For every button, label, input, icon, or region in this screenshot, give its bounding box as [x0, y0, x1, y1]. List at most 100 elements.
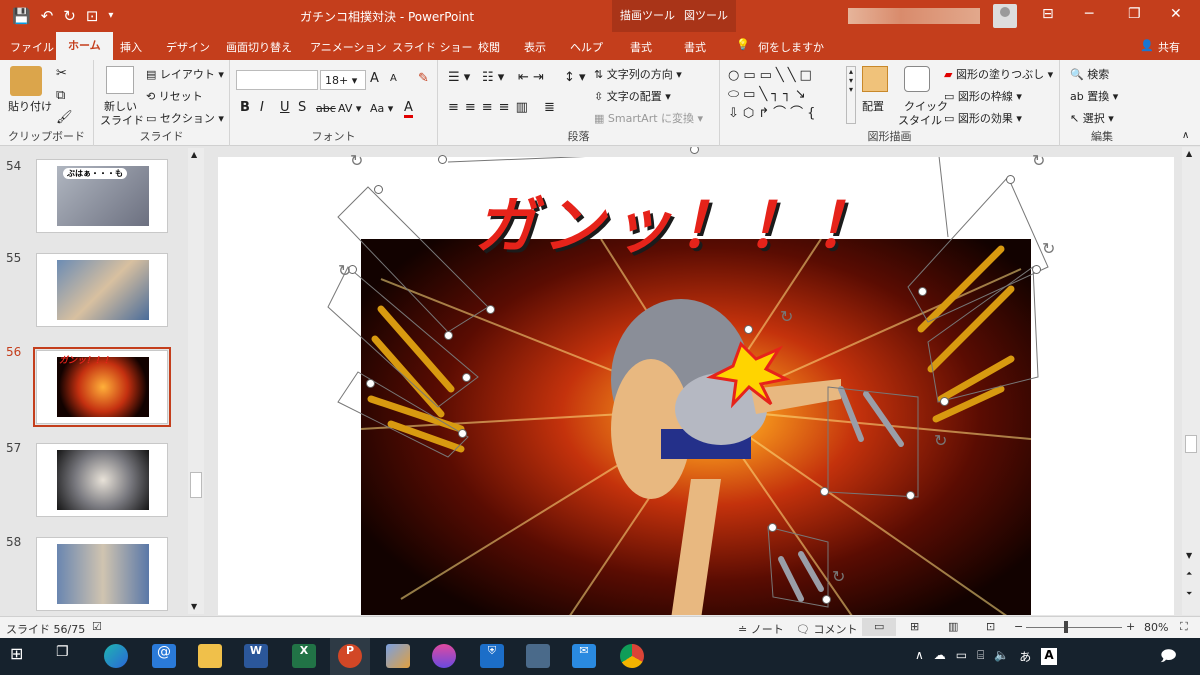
slide-thumbnail-58[interactable] — [36, 537, 168, 611]
copy-icon[interactable]: ⧉ — [56, 88, 65, 103]
excel-icon[interactable]: X — [292, 644, 316, 668]
selection-handle[interactable] — [940, 397, 949, 406]
slide-headline-text[interactable]: ガンッ！！！ — [474, 175, 882, 265]
reset-button[interactable]: ⟲ リセット — [146, 88, 203, 104]
ribbon-display-icon[interactable]: ⊟ — [1042, 6, 1054, 22]
rotate-handle-icon[interactable]: ↻ — [832, 567, 845, 586]
folder-icon[interactable] — [198, 644, 222, 668]
paste-button[interactable]: 貼り付け — [8, 98, 52, 114]
selection-handle[interactable] — [744, 325, 753, 334]
tab-format-drawing[interactable]: 書式 — [630, 39, 652, 55]
font-color-button[interactable]: A — [404, 100, 413, 118]
select-button[interactable]: ↖ 選択 ▾ — [1070, 110, 1114, 126]
previous-slide-icon[interactable]: ⏶ — [1186, 569, 1192, 579]
selection-handle[interactable] — [820, 487, 829, 496]
selection-handle[interactable] — [444, 331, 453, 340]
rotate-handle-icon[interactable]: ↻ — [338, 261, 351, 280]
redo-icon[interactable]: ↻ — [63, 7, 76, 25]
selection-handle[interactable] — [768, 523, 777, 532]
mail-app-icon[interactable]: ✉ — [572, 644, 596, 668]
shadow-button[interactable]: S — [298, 100, 306, 115]
strikethrough-button[interactable]: abc — [316, 102, 336, 115]
lightbulb-icon[interactable]: 💡 — [736, 38, 750, 51]
zoom-slider[interactable] — [1026, 627, 1122, 628]
scroll-down-icon[interactable]: ▼ — [191, 602, 197, 611]
mail-icon[interactable]: @ — [152, 644, 176, 668]
rotate-handle-icon[interactable]: ↻ — [780, 307, 793, 326]
font-name-input[interactable] — [236, 70, 318, 90]
reading-view-icon[interactable]: ▥ — [948, 620, 958, 633]
indent-icon[interactable]: ⇤ ⇥ — [518, 70, 544, 85]
tab-home[interactable]: ホーム — [56, 32, 113, 60]
replace-button[interactable]: ab 置換 ▾ — [1070, 88, 1118, 104]
find-button[interactable]: 🔍 検索 — [1070, 66, 1109, 82]
slideshow-view-icon[interactable]: ⊡ — [986, 620, 995, 633]
rotate-handle-icon[interactable]: ↻ — [1032, 151, 1045, 170]
adobe-indicator[interactable]: A — [1041, 648, 1057, 665]
task-view-icon[interactable]: ❐ — [56, 644, 80, 668]
windows-start-icon[interactable]: ⊞ — [10, 644, 34, 668]
shrink-font-button[interactable]: A — [390, 73, 397, 84]
shapes-more-icon[interactable]: ▴ ▾ ▾ — [846, 66, 856, 124]
collapse-ribbon-icon[interactable]: ∧ — [1182, 130, 1189, 141]
present-icon[interactable]: ⊡ — [86, 7, 99, 25]
shape-outline-button[interactable]: ▭ 図形の枠線 ▾ — [944, 88, 1022, 104]
shield-icon[interactable]: ⛨ — [480, 644, 504, 668]
ime-indicator[interactable]: あ — [1019, 648, 1031, 665]
selection-handle[interactable] — [462, 373, 471, 382]
slide-56[interactable]: ガンッ！！！ — [218, 157, 1174, 615]
selection-handle[interactable] — [366, 379, 375, 388]
network-icon[interactable]: ⌸ — [977, 648, 984, 665]
text-direction-button[interactable]: ⇅ 文字列の方向 ▾ — [594, 66, 682, 82]
next-slide-icon[interactable]: ⏷ — [1186, 589, 1192, 599]
chrome-icon[interactable] — [620, 644, 644, 668]
scroll-up-icon[interactable]: ▲ — [191, 150, 197, 159]
calculator-icon[interactable] — [526, 644, 550, 668]
zoom-slider-thumb[interactable] — [1064, 621, 1068, 633]
shape-fill-button[interactable]: ▰ 図形の塗りつぶし ▾ — [944, 66, 1053, 82]
notification-icon[interactable]: 🗩 — [1160, 646, 1177, 671]
smartart-button[interactable]: ▦ SmartArt に変換 ▾ — [594, 110, 703, 126]
impact-background-image[interactable] — [361, 239, 1031, 615]
rotate-handle-icon[interactable]: ↻ — [934, 431, 947, 450]
cut-icon[interactable]: ✂ — [56, 66, 67, 81]
save-icon[interactable]: 💾 — [12, 7, 31, 25]
slide-thumbnail-54[interactable]: ぶはぁ・・・も — [36, 159, 168, 233]
italic-button[interactable]: I — [260, 100, 264, 115]
zoom-level[interactable]: 80% — [1144, 621, 1168, 634]
section-button[interactable]: ▭ セクション ▾ — [146, 110, 224, 126]
tab-insert[interactable]: 挿入 — [120, 39, 142, 55]
selection-handle[interactable] — [690, 147, 699, 154]
grow-font-button[interactable]: A — [370, 71, 379, 86]
person-icon[interactable]: 👤 — [1140, 39, 1154, 52]
customize-qat-icon[interactable]: ▾ — [108, 10, 113, 25]
selection-handle[interactable] — [1032, 265, 1041, 274]
selection-handle[interactable] — [906, 491, 915, 500]
shapes-gallery[interactable]: ○▭▭╲╲□ ⬭▭╲┐┐↘ ⇩⬡↱⌒⌒{ — [728, 66, 844, 124]
selection-handle[interactable] — [1006, 175, 1015, 184]
close-icon[interactable]: ✕ — [1170, 6, 1182, 22]
align-icons[interactable]: ≡≡≡≡▥ ≣ — [448, 100, 561, 115]
slide-thumbnail-55[interactable] — [36, 253, 168, 327]
paint-icon[interactable] — [386, 644, 410, 668]
share-button[interactable]: 共有 — [1158, 39, 1180, 55]
tab-format-picture[interactable]: 書式 — [684, 39, 706, 55]
slide-scrollbar[interactable]: ▲ ▼ ⏶ ⏷ — [1182, 147, 1200, 615]
selection-handle[interactable] — [458, 429, 467, 438]
battery-icon[interactable]: ▭ — [956, 648, 967, 665]
bold-button[interactable]: B — [240, 100, 250, 115]
tab-review[interactable]: 校閲 — [478, 39, 500, 55]
bullets-icon[interactable]: ☰ ▾ — [448, 70, 470, 85]
maximize-icon[interactable]: ❐ — [1128, 6, 1141, 22]
tab-help[interactable]: ヘルプ — [570, 39, 603, 55]
powerpoint-icon[interactable]: P — [338, 644, 362, 668]
format-painter-icon[interactable]: 🖌 — [56, 110, 73, 125]
minimize-icon[interactable]: ─ — [1085, 6, 1093, 22]
thumbnail-scroll-thumb[interactable] — [190, 472, 202, 498]
tab-view[interactable]: 表示 — [524, 39, 546, 55]
tab-design[interactable]: デザイン — [166, 39, 210, 55]
scroll-up-icon[interactable]: ▲ — [1186, 149, 1192, 158]
shape-effects-button[interactable]: ▭ 図形の効果 ▾ — [944, 110, 1022, 126]
tab-animations[interactable]: アニメーション — [310, 39, 387, 55]
account-name[interactable] — [848, 8, 980, 24]
